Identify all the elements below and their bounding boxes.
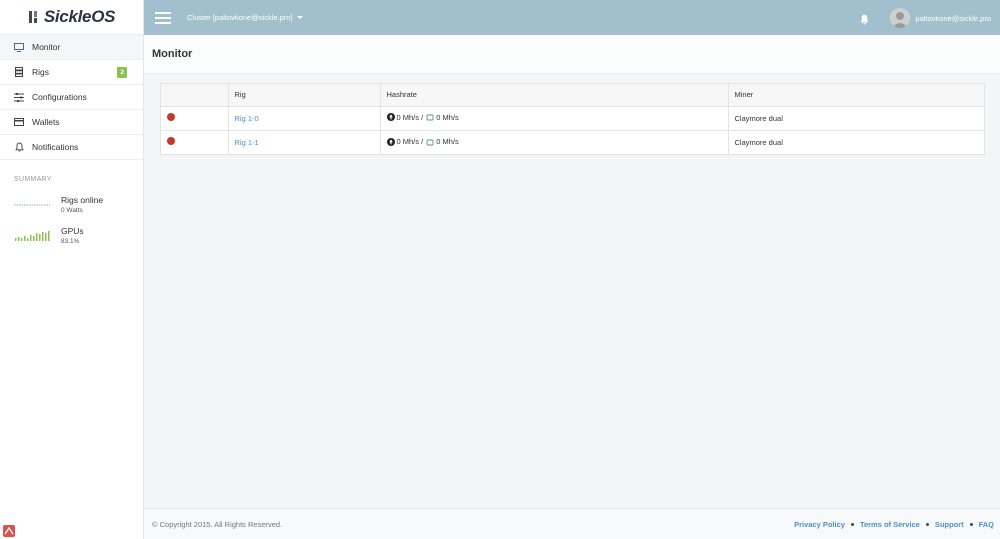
privacy-policy-link[interactable]: Privacy Policy xyxy=(794,520,845,529)
page-title: Monitor xyxy=(152,48,193,60)
footer: © Copyright 2015. All Rights Reserved. P… xyxy=(144,508,1000,539)
copyright-text: © Copyright 2015. All Rights Reserved. xyxy=(152,519,283,529)
hashrate-cell: 0 Mh/s / 0 Mh/s xyxy=(380,130,729,154)
top-bar: Cluster [paltovkone@sickle.pro] paltovko… xyxy=(144,0,1000,35)
table-row[interactable]: Rig 1-0 0 Mh/s / 0 Mh/s Claymore dual xyxy=(161,106,984,131)
cluster-label: Cluster [paltovkone@sickle.pro] xyxy=(187,13,293,22)
column-header-rig[interactable]: Rig xyxy=(228,84,381,107)
notifications-bell-icon[interactable] xyxy=(859,12,870,25)
sidebar-item-notifications[interactable]: Notifications xyxy=(0,135,143,160)
terms-of-service-link[interactable]: Terms of Service xyxy=(860,520,920,529)
faq-link[interactable]: FAQ xyxy=(979,520,994,529)
secondary-coin-icon xyxy=(426,113,434,121)
separator-dot xyxy=(969,522,973,526)
rig-cell: Rig 1-0 xyxy=(228,106,381,131)
summary-name: Rigs online xyxy=(61,195,104,205)
status-offline-dot-icon xyxy=(167,137,175,146)
user-menu[interactable]: paltovkone@sickle.pro xyxy=(890,8,991,28)
sidebar-item-configurations[interactable]: Configurations xyxy=(0,85,143,110)
hashrate-cell: 0 Mh/s / 0 Mh/s xyxy=(380,106,729,131)
sliders-icon xyxy=(14,92,24,102)
avatar xyxy=(890,8,911,28)
hashrate-primary: 0 Mh/s / xyxy=(396,112,424,122)
table-row[interactable]: Rig 1-1 0 Mh/s / 0 Mh/s Claymore dual xyxy=(161,130,984,154)
miner-cell: Claymore dual xyxy=(728,106,984,131)
gpus-bar-sparkline-icon xyxy=(14,226,50,242)
rigs-table: Rig Hashrate Miner Rig 1-0 0 Mh/s / 0 Mh… xyxy=(161,84,984,154)
rigs-count-badge: 2 xyxy=(117,67,127,78)
rig-link[interactable]: Rig 1-1 xyxy=(235,138,259,147)
miner-cell: Claymore dual xyxy=(734,137,783,147)
monitor-icon xyxy=(14,42,24,52)
summary-rigs-online: Rigs online 0 Watts xyxy=(0,195,143,216)
server-icon xyxy=(14,67,24,77)
secondary-coin-icon xyxy=(426,138,434,146)
table-header-row: Rig Hashrate Miner xyxy=(161,84,984,107)
sidebar: SickleOS Monitor Rigs 2 Configurations W… xyxy=(0,0,144,539)
column-header-miner[interactable]: Miner xyxy=(728,84,984,107)
sidebar-item-wallets[interactable]: Wallets xyxy=(0,110,143,135)
summary-name: GPUs xyxy=(61,226,84,236)
credit-card-icon xyxy=(14,117,24,127)
eth-coin-icon xyxy=(386,113,395,122)
status-cell xyxy=(161,106,229,131)
rig-link[interactable]: Rig 1-0 xyxy=(235,114,259,123)
summary-value: 0 Watts xyxy=(61,207,83,214)
rigs-online-sparkline-icon xyxy=(14,195,50,211)
sidebar-item-label: Notifications xyxy=(32,142,79,152)
main-content: Monitor Rig Hashrate Miner Rig 1-0 0 Mh/… xyxy=(144,35,1000,508)
sidebar-item-monitor[interactable]: Monitor xyxy=(0,35,143,60)
eth-coin-icon xyxy=(386,137,395,146)
monitor-panel: Rig Hashrate Miner Rig 1-0 0 Mh/s / 0 Mh… xyxy=(160,83,985,155)
sidebar-item-label: Monitor xyxy=(32,42,61,52)
brand-name: SickleOS xyxy=(43,7,116,26)
sidebar-item-label: Rigs xyxy=(32,67,50,77)
footer-links: Privacy Policy Terms of Service Support … xyxy=(794,520,994,529)
summary-value: 83.1% xyxy=(61,238,80,245)
sidebar-item-rigs[interactable]: Rigs 2 xyxy=(0,60,143,85)
app-corner-icon[interactable] xyxy=(3,524,15,537)
sidebar-item-label: Wallets xyxy=(32,117,60,127)
separator-dot xyxy=(850,522,854,526)
status-offline-dot-icon xyxy=(167,113,175,121)
bell-icon xyxy=(14,142,24,152)
caret-down-icon xyxy=(296,16,303,19)
status-cell xyxy=(161,130,229,154)
sidebar-item-label: Configurations xyxy=(32,92,87,102)
support-link[interactable]: Support xyxy=(935,520,964,529)
summary-heading: SUMMARY xyxy=(14,176,52,183)
sickle-logo-icon xyxy=(28,10,40,24)
logo[interactable]: SickleOS xyxy=(0,0,143,35)
page-header: Monitor xyxy=(144,35,1000,74)
hashrate-secondary: 0 Mh/s xyxy=(436,137,459,146)
summary-gpus: GPUs 83.1% xyxy=(0,226,143,247)
cluster-selector[interactable]: Cluster [paltovkone@sickle.pro] xyxy=(187,13,303,22)
hashrate-primary: 0 Mh/s / xyxy=(396,137,424,146)
separator-dot xyxy=(925,522,929,526)
rig-cell: Rig 1-1 xyxy=(228,130,381,154)
user-name: paltovkone@sickle.pro xyxy=(915,13,991,23)
hashrate-secondary: 0 Mh/s xyxy=(436,112,459,122)
hamburger-menu-icon[interactable] xyxy=(155,11,171,24)
column-header-hashrate[interactable]: Hashrate xyxy=(380,84,729,107)
column-header-status xyxy=(161,84,229,107)
